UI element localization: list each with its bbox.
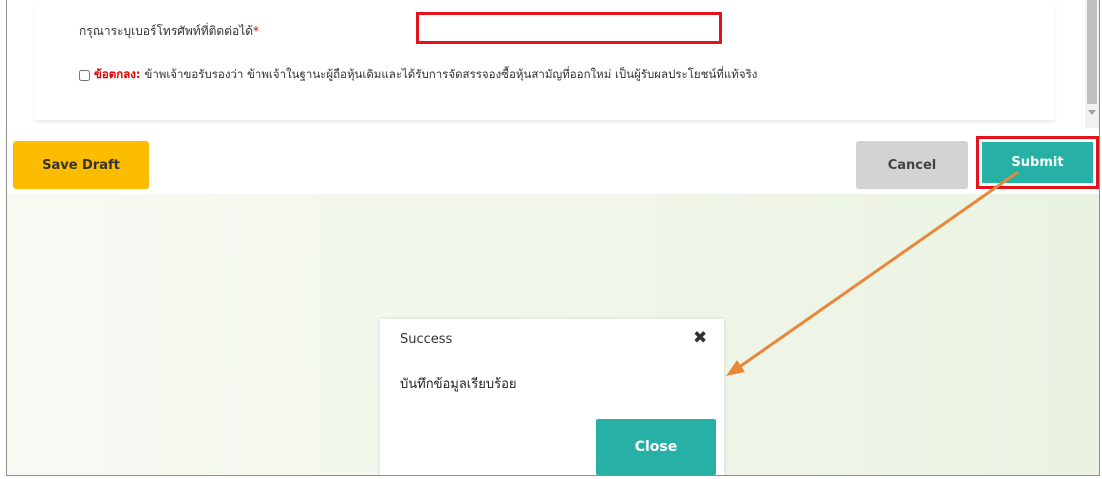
close-icon[interactable]: ✖ <box>693 328 707 348</box>
form-card: กรุณาระบุเบอร์โทรศัพท์ที่ติดต่อได้* ข้อต… <box>35 0 1055 121</box>
phone-input[interactable] <box>416 12 722 44</box>
scrollbar-thumb[interactable] <box>1087 0 1097 104</box>
phone-label-text: กรุณาระบุเบอร์โทรศัพท์ที่ติดต่อได้ <box>79 24 254 38</box>
phone-label: กรุณาระบุเบอร์โทรศัพท์ที่ติดต่อได้* <box>79 22 259 41</box>
form-section: กรุณาระบุเบอร์โทรศัพท์ที่ติดต่อได้* ข้อต… <box>7 0 1099 128</box>
scroll-down-arrow-icon[interactable] <box>1088 110 1096 115</box>
vertical-scrollbar[interactable] <box>1085 0 1099 128</box>
agreement-checkbox[interactable] <box>79 69 90 81</box>
submit-button[interactable]: Submit <box>982 142 1093 183</box>
success-modal: Success ✖ บันทึกข้อมูลเรียบร้อย Close <box>380 319 724 475</box>
cancel-button[interactable]: Cancel <box>856 141 968 189</box>
agreement-text: ข้าพเจ้าขอรับรองว่า ข้าพเจ้าในฐานะผู้ถือ… <box>144 67 758 81</box>
modal-message: บันทึกข้อมูลเรียบร้อย <box>400 377 517 392</box>
agreement-row: ข้อตกลง: ข้าพเจ้าขอรับรองว่า ข้าพเจ้าในฐ… <box>79 66 757 84</box>
app-frame: กรุณาระบุเบอร์โทรศัพท์ที่ติดต่อได้* ข้อต… <box>6 0 1100 476</box>
save-draft-button[interactable]: Save Draft <box>13 141 149 189</box>
agreement-key: ข้อตกลง: <box>94 67 141 81</box>
submit-highlight-box: Submit <box>976 136 1099 189</box>
modal-title: Success <box>400 332 453 347</box>
close-button[interactable]: Close <box>596 419 716 475</box>
required-mark: * <box>253 24 260 38</box>
